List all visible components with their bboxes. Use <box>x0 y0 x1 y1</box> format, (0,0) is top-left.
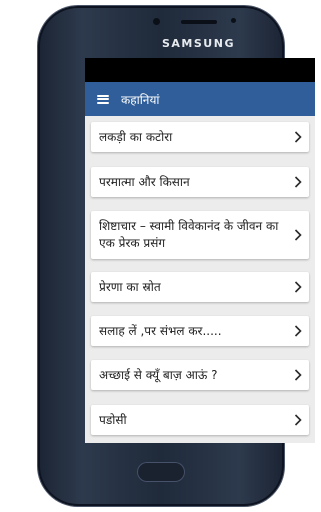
chevron-right-icon <box>287 211 309 259</box>
list-item[interactable]: सलाह लें ,पर संभल कर..... <box>91 316 309 346</box>
status-bar <box>85 58 315 82</box>
list-item[interactable]: पडोसी <box>91 405 309 435</box>
list-item-label: परमात्मा और किसान <box>99 174 190 189</box>
home-button[interactable] <box>137 462 185 482</box>
list-item-label: प्रेरणा का स्रोत <box>99 279 161 294</box>
list-item[interactable]: अच्छाई से क्यूँ बाज़ आऊं ? <box>91 360 309 390</box>
phone-frame: SAMSUNG कहानियां लकड़ी का कटोरा परमात्मा… <box>38 6 315 506</box>
chevron-right-icon <box>287 122 309 152</box>
list-item[interactable]: परमात्मा और किसान <box>91 167 309 197</box>
list-item-label: पडोसी <box>99 412 127 427</box>
list-item[interactable]: लकड़ी का कटोरा <box>91 122 309 152</box>
chevron-right-icon <box>287 405 309 435</box>
list-item-label: अच्छाई से क्यूँ बाज़ आऊं ? <box>99 367 218 382</box>
chevron-right-icon <box>287 167 309 197</box>
chevron-right-icon <box>287 360 309 390</box>
app-title: कहानियां <box>121 92 160 107</box>
list-item[interactable]: शिष्टाचार – स्वामी विवेकानंद के जीवन का … <box>91 211 309 259</box>
list-item[interactable]: प्रेरणा का स्रोत <box>91 272 309 302</box>
list-item-label: सलाह लें ,पर संभल कर..... <box>99 323 222 338</box>
proximity-sensor <box>231 18 236 23</box>
chevron-right-icon <box>287 316 309 346</box>
list-item-label: लकड़ी का कटोरा <box>99 129 173 144</box>
app-bar: कहानियां <box>85 82 315 116</box>
chevron-right-icon <box>287 272 309 302</box>
list-item-label: शिष्टाचार – स्वामी विवेकानंद के जीवन का … <box>99 219 279 250</box>
hardware-button-area <box>38 446 284 506</box>
earpiece-speaker <box>181 20 217 24</box>
front-camera <box>153 18 160 25</box>
screen: कहानियां लकड़ी का कटोरा परमात्मा और किसा… <box>85 58 315 443</box>
hamburger-menu-icon[interactable] <box>97 94 109 104</box>
device-brand: SAMSUNG <box>162 37 235 50</box>
